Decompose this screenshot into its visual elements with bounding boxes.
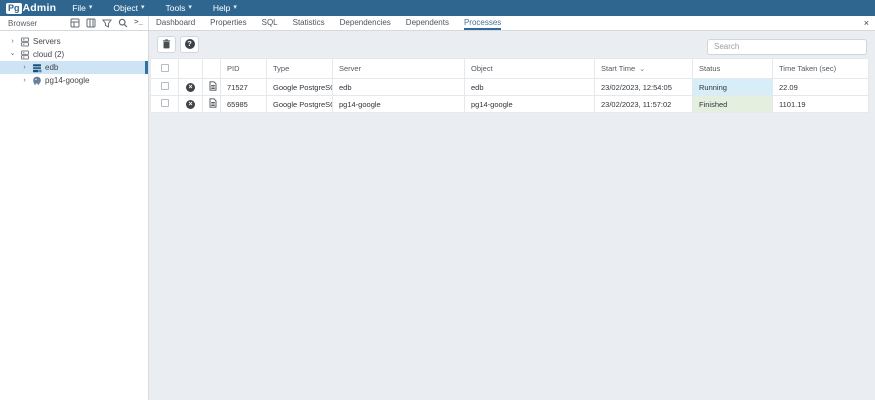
tree-item-pg14-google[interactable]: › pg14-google	[0, 74, 148, 87]
row-checkbox[interactable]	[161, 82, 169, 90]
select-all-cell	[151, 59, 179, 79]
trash-icon	[162, 39, 171, 49]
logo-pg-badge: Pg	[6, 3, 22, 14]
column-header-type[interactable]: Type	[267, 59, 333, 79]
cell-object: edb	[465, 79, 595, 96]
pgadmin-app: Pg Admin File ▾ Object ▾ Tools ▾ Help ▾	[0, 0, 875, 400]
cell-pid: 71527	[221, 79, 267, 96]
tree-item-label: Servers	[33, 37, 61, 46]
column-header-pid[interactable]: PID	[221, 59, 267, 79]
search-container	[707, 36, 867, 55]
tree-item-cloud[interactable]: ⌄ cloud (2)	[0, 48, 148, 61]
menu-object-label: Object	[113, 3, 138, 13]
menu-file[interactable]: File ▾	[72, 3, 92, 13]
cell-type: Google PostgreSQL	[267, 79, 333, 96]
chevron-right-icon[interactable]: ›	[21, 64, 28, 71]
menu-object[interactable]: Object ▾	[113, 3, 144, 13]
cell-start-time: 23/02/2023, 12:54:05	[595, 79, 693, 96]
cell-time-taken: 22.09	[773, 79, 869, 96]
terminate-process-icon[interactable]: ×	[186, 83, 195, 92]
chevron-down-icon: ▾	[188, 4, 192, 12]
cell-type: Google PostgreSQL	[267, 96, 333, 113]
sort-descending-icon: ⌄	[639, 66, 645, 73]
tree-item-label: edb	[45, 63, 58, 72]
column-header-time-taken[interactable]: Time Taken (sec)	[773, 59, 869, 79]
object-explorer-sidebar: › Servers ⌄ cloud (2) › edb	[0, 31, 149, 400]
filter-icon[interactable]	[101, 18, 112, 29]
chevron-right-icon[interactable]: ›	[21, 77, 28, 84]
browser-panel-header: Browser >_	[0, 16, 149, 30]
details-column-header	[203, 59, 221, 79]
cell-status: Running	[693, 79, 773, 96]
tab-statistics[interactable]: Statistics	[293, 16, 325, 30]
close-icon[interactable]: ×	[864, 19, 869, 28]
logo-admin-text: Admin	[23, 2, 57, 14]
app-header: Pg Admin File ▾ Object ▾ Tools ▾ Help ▾	[0, 0, 875, 16]
process-details-icon[interactable]	[209, 98, 217, 108]
tree-item-label: pg14-google	[45, 76, 89, 85]
tab-properties[interactable]: Properties	[210, 16, 246, 30]
tree-item-servers[interactable]: › Servers	[0, 35, 148, 48]
column-header-server[interactable]: Server	[333, 59, 465, 79]
menu-tools-label: Tools	[166, 3, 186, 13]
process-row: × 65985 Google PostgreSQL pg14-google pg…	[151, 96, 869, 113]
row-checkbox[interactable]	[161, 99, 169, 107]
postgresql-server-icon	[31, 76, 42, 86]
tab-sql[interactable]: SQL	[262, 16, 278, 30]
panel-tabs: Dashboard Properties SQL Statistics Depe…	[156, 16, 501, 30]
chevron-down-icon: ▾	[141, 4, 145, 12]
search-input[interactable]	[707, 39, 867, 55]
menubar: File ▾ Object ▾ Tools ▾ Help ▾	[72, 3, 237, 13]
tab-dashboard[interactable]: Dashboard	[156, 16, 195, 30]
chevron-right-icon[interactable]: ›	[9, 38, 16, 45]
search-icon[interactable]	[117, 18, 128, 29]
server-group-icon	[19, 50, 30, 60]
tab-dependents[interactable]: Dependents	[406, 16, 449, 30]
menu-file-label: File	[72, 3, 86, 13]
cell-start-time: 23/02/2023, 11:57:02	[595, 96, 693, 113]
server-group-icon	[19, 37, 30, 47]
tab-processes[interactable]: Processes	[464, 16, 501, 30]
select-all-checkbox[interactable]	[161, 64, 169, 72]
stop-column-header	[179, 59, 203, 79]
process-details-icon[interactable]	[209, 81, 217, 91]
pgadmin-logo: Pg Admin	[6, 2, 56, 14]
tab-dependencies[interactable]: Dependencies	[340, 16, 391, 30]
chevron-down-icon: ▾	[233, 4, 237, 12]
grid-view-icon[interactable]	[85, 18, 96, 29]
help-icon: ?	[185, 39, 195, 49]
cell-object: pg14-google	[465, 96, 595, 113]
tree-item-edb[interactable]: › edb	[0, 61, 148, 74]
processes-panel: ? PID Type	[149, 31, 875, 400]
help-button[interactable]: ?	[180, 36, 199, 53]
cell-pid: 65985	[221, 96, 267, 113]
column-header-status[interactable]: Status	[693, 59, 773, 79]
cell-server: pg14-google	[333, 96, 465, 113]
query-tool-icon[interactable]: >_	[133, 18, 144, 29]
browser-toolbar: >_	[69, 18, 144, 29]
menu-help[interactable]: Help ▾	[213, 3, 237, 13]
chevron-down-icon[interactable]: ⌄	[9, 50, 16, 57]
edb-server-icon	[31, 63, 42, 73]
chevron-down-icon: ▾	[89, 4, 93, 12]
tree-item-label: cloud (2)	[33, 50, 64, 59]
processes-table: PID Type Server Object Start Time⌄ Statu…	[150, 58, 869, 113]
browser-panel-title: Browser	[8, 19, 37, 28]
delete-process-button[interactable]	[157, 36, 176, 53]
cell-status: Finished	[693, 96, 773, 113]
object-explorer-icon[interactable]	[69, 18, 80, 29]
cell-server: edb	[333, 79, 465, 96]
menu-tools[interactable]: Tools ▾	[166, 3, 192, 13]
column-header-start-time[interactable]: Start Time⌄	[595, 59, 693, 79]
menu-help-label: Help	[213, 3, 230, 13]
content-area: › Servers ⌄ cloud (2) › edb	[0, 31, 875, 400]
process-row: × 71527 Google PostgreSQL edb edb 23/02/…	[151, 79, 869, 96]
column-header-object[interactable]: Object	[465, 59, 595, 79]
terminate-process-icon[interactable]: ×	[186, 100, 195, 109]
tab-bar: Browser >_ Dashboard Properties SQ	[0, 16, 875, 31]
table-header-row: PID Type Server Object Start Time⌄ Statu…	[151, 59, 869, 79]
cell-time-taken: 1101.19	[773, 96, 869, 113]
